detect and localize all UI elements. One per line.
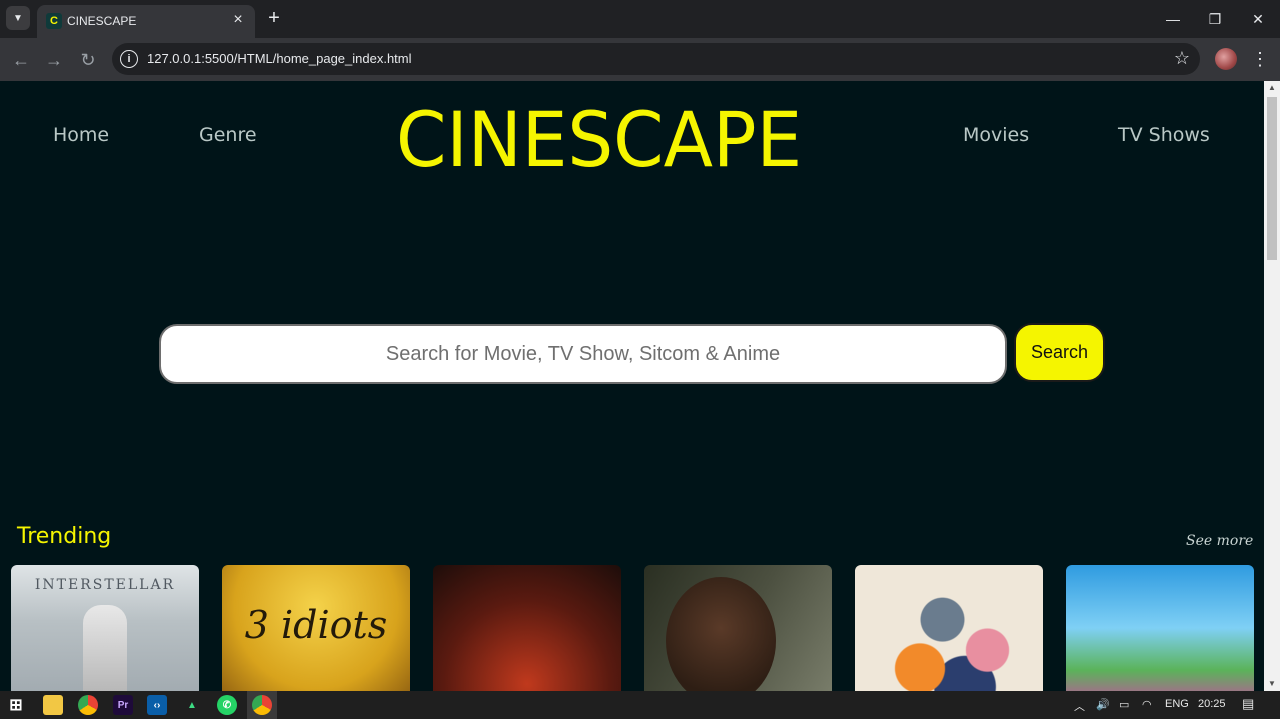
- site-logo[interactable]: CINESCAPE: [396, 95, 802, 184]
- astronaut-image: [83, 605, 127, 691]
- poster-action-movie[interactable]: [644, 565, 832, 691]
- scroll-down-arrow-icon[interactable]: ▼: [1264, 677, 1280, 691]
- minimize-button[interactable]: —: [1158, 6, 1188, 32]
- url-text[interactable]: 127.0.0.1:5500/HTML/home_page_index.html: [147, 51, 412, 66]
- notification-icon[interactable]: ▤: [1242, 696, 1254, 712]
- see-more-link[interactable]: See more: [1186, 533, 1253, 549]
- profile-avatar[interactable]: [1215, 48, 1237, 70]
- page-scrollbar[interactable]: ▲ ▼: [1264, 81, 1280, 691]
- file-explorer-icon[interactable]: [43, 695, 63, 715]
- poster-title: INTERSTELLAR: [34, 577, 176, 593]
- clock-time[interactable]: 20:25: [1198, 698, 1226, 710]
- wifi-icon[interactable]: ◠: [1142, 698, 1152, 711]
- poster-naruto[interactable]: [855, 565, 1043, 691]
- windows-taskbar: ⊞ Pr ‹› ▲ ✆ ︿ 🔊 ▭ ◠ ENG 20:25 ▤: [0, 691, 1280, 719]
- whatsapp-icon[interactable]: ✆: [217, 695, 237, 715]
- restore-button[interactable]: ❐: [1200, 6, 1230, 32]
- poster-interstellar[interactable]: INTERSTELLAR: [11, 565, 199, 691]
- chrome-icon[interactable]: [78, 695, 98, 715]
- poster-stranger-things[interactable]: [433, 565, 621, 691]
- poster-animated-show[interactable]: [1066, 565, 1254, 691]
- nav-home-link[interactable]: Home: [53, 124, 109, 146]
- tray-overflow-icon[interactable]: ︿: [1074, 698, 1085, 714]
- nav-genre-link[interactable]: Genre: [199, 124, 257, 146]
- browser-toolbar: ← → ↻ i 127.0.0.1:5500/HTML/home_page_in…: [0, 38, 1280, 81]
- back-button[interactable]: ←: [8, 47, 34, 73]
- vscode-icon[interactable]: ‹›: [147, 695, 167, 715]
- scroll-up-arrow-icon[interactable]: ▲: [1264, 81, 1280, 95]
- trending-title: Trending: [17, 524, 112, 549]
- language-indicator[interactable]: ENG: [1165, 698, 1189, 710]
- nav-movies-link[interactable]: Movies: [963, 124, 1029, 146]
- browser-menu-icon[interactable]: ⋮: [1250, 46, 1270, 72]
- bookmark-star-icon[interactable]: ☆: [1174, 48, 1190, 69]
- tab-close-icon[interactable]: ×: [229, 11, 247, 29]
- nav-tv-shows-link[interactable]: TV Shows: [1118, 124, 1210, 146]
- new-tab-button[interactable]: +: [262, 7, 286, 31]
- reload-button[interactable]: ↻: [75, 47, 101, 73]
- premiere-pro-icon[interactable]: Pr: [113, 695, 133, 715]
- poster-3-idiots[interactable]: 3 idiots: [222, 565, 410, 691]
- tab-search-button[interactable]: ▼: [6, 6, 30, 30]
- battery-icon[interactable]: ▭: [1119, 698, 1129, 711]
- search-button[interactable]: Search: [1014, 323, 1105, 382]
- poster-title: 3 idiots: [244, 603, 388, 647]
- android-studio-icon[interactable]: ▲: [182, 695, 202, 715]
- close-window-button[interactable]: ✕: [1243, 6, 1273, 32]
- actor-image: [666, 577, 776, 691]
- tab-title: CINESCAPE: [67, 14, 137, 28]
- address-bar[interactable]: i 127.0.0.1:5500/HTML/home_page_index.ht…: [112, 43, 1200, 75]
- favicon-icon: C: [46, 13, 62, 29]
- anime-characters-image: [875, 583, 1025, 691]
- search-input[interactable]: [159, 324, 1007, 384]
- windows-start-icon[interactable]: ⊞: [6, 695, 26, 715]
- volume-icon[interactable]: 🔊: [1096, 698, 1110, 711]
- browser-tab[interactable]: C CINESCAPE ×: [37, 5, 255, 38]
- scroll-thumb[interactable]: [1267, 97, 1277, 260]
- site-info-icon[interactable]: i: [120, 50, 138, 68]
- chrome-active-icon[interactable]: [252, 695, 272, 715]
- forward-button[interactable]: →: [41, 47, 67, 73]
- page-viewport: Home Genre CINESCAPE Movies TV Shows Sea…: [0, 81, 1264, 691]
- browser-tab-bar: ▼ C CINESCAPE × + — ❐ ✕: [0, 0, 1280, 38]
